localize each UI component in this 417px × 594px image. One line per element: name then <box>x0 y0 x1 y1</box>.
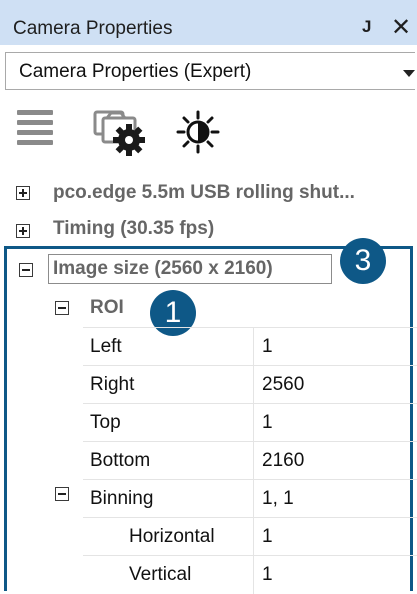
expand-timing-toggle[interactable] <box>16 224 30 238</box>
collapse-image-size-toggle[interactable] <box>19 263 33 277</box>
column-divider <box>253 442 254 480</box>
property-row-binning[interactable]: Binning 1, 1 <box>83 479 417 518</box>
property-name: Vertical <box>129 564 192 585</box>
column-divider <box>253 328 254 366</box>
column-divider <box>253 404 254 442</box>
property-row-top[interactable]: Top 1 <box>83 403 417 442</box>
property-value[interactable]: 1 <box>262 564 273 586</box>
property-row-left[interactable]: Left 1 <box>83 327 417 366</box>
category-image-size[interactable]: Image size (2560 x 2160) <box>53 258 273 280</box>
property-row-horizontal[interactable]: Horizontal 1 <box>83 517 417 556</box>
property-name: Binning <box>90 488 154 509</box>
category-timing[interactable]: Timing (30.35 fps) <box>53 218 214 240</box>
column-divider <box>253 556 254 594</box>
property-value[interactable]: 1 <box>262 412 273 434</box>
chevron-down-icon[interactable] <box>403 70 415 77</box>
annotation-badge-3: 3 <box>340 238 386 284</box>
property-row-vertical[interactable]: Vertical 1 <box>83 555 417 594</box>
property-value[interactable]: 2160 <box>262 450 304 472</box>
column-divider <box>253 480 254 518</box>
property-name: Right <box>90 374 135 395</box>
property-name: Horizontal <box>129 526 215 547</box>
column-divider <box>253 366 254 404</box>
property-value[interactable]: 1 <box>262 336 273 358</box>
property-row-right[interactable]: Right 2560 <box>83 365 417 404</box>
camera-settings-icon[interactable] <box>93 106 155 165</box>
pin-icon[interactable]: J <box>362 17 371 37</box>
property-name: Left <box>90 336 122 357</box>
properties-mode-dropdown[interactable]: Camera Properties (Expert) <box>5 52 415 90</box>
collapse-roi-toggle[interactable] <box>55 301 69 315</box>
panel-title-bar: Camera Properties J ✕ <box>0 0 417 45</box>
property-value[interactable]: 1, 1 <box>262 488 294 510</box>
property-value[interactable]: 1 <box>262 526 273 548</box>
collapse-binning-toggle[interactable] <box>55 487 69 501</box>
category-camera[interactable]: pco.edge 5.5m USB rolling shut... <box>53 182 355 204</box>
close-icon[interactable]: ✕ <box>391 13 411 42</box>
panel-title: Camera Properties <box>13 18 173 39</box>
category-roi[interactable]: ROI <box>90 297 124 319</box>
column-divider <box>253 518 254 556</box>
dropdown-selected-value: Camera Properties (Expert) <box>19 61 252 82</box>
menu-icon[interactable] <box>17 110 53 150</box>
expand-camera-toggle[interactable] <box>16 186 30 200</box>
property-name: Bottom <box>90 450 151 471</box>
property-row-bottom[interactable]: Bottom 2160 <box>83 441 417 480</box>
property-value[interactable]: 2560 <box>262 374 304 396</box>
property-name: Top <box>90 412 121 433</box>
brightness-icon[interactable] <box>176 110 220 159</box>
